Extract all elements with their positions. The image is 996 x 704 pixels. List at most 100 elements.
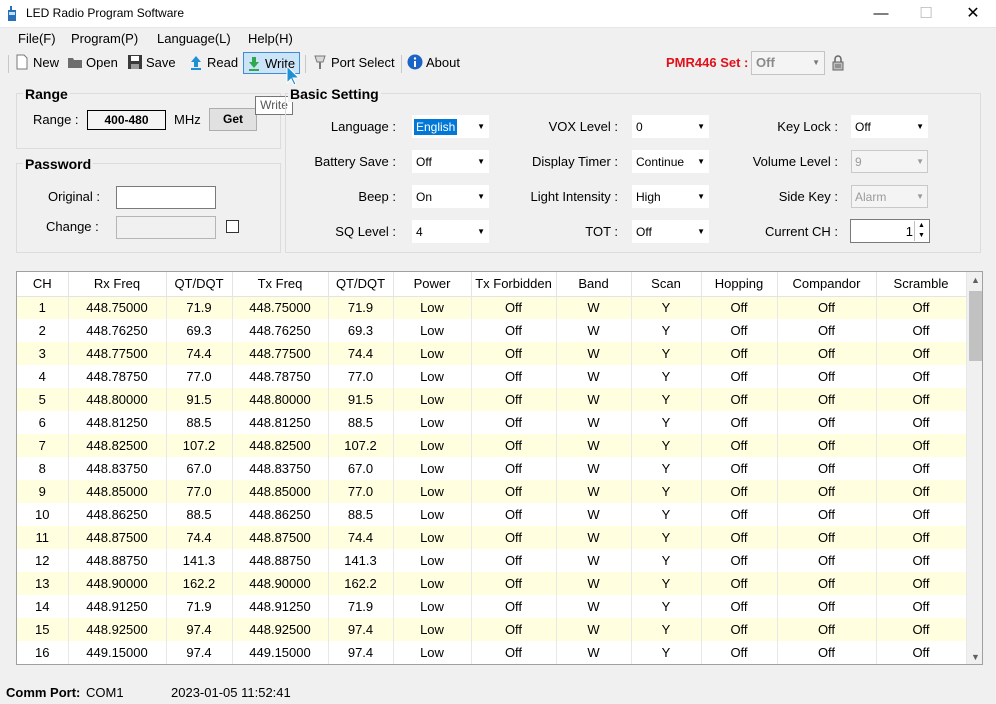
- table-cell[interactable]: 162.2: [166, 572, 233, 595]
- table-cell[interactable]: Y: [631, 549, 702, 572]
- table-cell[interactable]: Off: [701, 457, 778, 480]
- table-cell[interactable]: W: [556, 480, 632, 503]
- table-cell[interactable]: 448.80000: [68, 388, 167, 411]
- key-lock-select[interactable]: Off ▼: [851, 115, 928, 138]
- table-cell[interactable]: 16: [17, 641, 69, 664]
- column-header[interactable]: Tx Freq: [232, 272, 329, 297]
- table-cell[interactable]: Off: [471, 342, 557, 365]
- table-cell[interactable]: 448.80000: [232, 388, 329, 411]
- table-cell[interactable]: W: [556, 319, 632, 342]
- table-cell[interactable]: 448.75000: [68, 296, 167, 319]
- table-cell[interactable]: Low: [393, 342, 472, 365]
- table-cell[interactable]: Low: [393, 457, 472, 480]
- table-cell[interactable]: Low: [393, 480, 472, 503]
- table-cell[interactable]: 10: [17, 503, 69, 526]
- table-cell[interactable]: Off: [876, 411, 967, 434]
- current-ch-stepper[interactable]: 1 ▲ ▼: [850, 219, 930, 243]
- column-header[interactable]: Scan: [631, 272, 702, 297]
- table-row[interactable]: 4 448.78750 77.0 448.78750 77.0 Low Off W Y Off Of…: [17, 365, 967, 388]
- table-cell[interactable]: Y: [631, 457, 702, 480]
- table-cell[interactable]: 448.82500: [232, 434, 329, 457]
- column-header[interactable]: Power: [393, 272, 472, 297]
- table-cell[interactable]: 91.5: [166, 388, 233, 411]
- table-row[interactable]: 11 448.87500 74.4 448.87500 74.4 Low Off W Y Off O…: [17, 526, 967, 549]
- table-cell[interactable]: 449.15000: [232, 641, 329, 664]
- table-cell[interactable]: 448.92500: [68, 618, 167, 641]
- table-cell[interactable]: Off: [777, 595, 877, 618]
- close-icon[interactable]: ✕: [950, 0, 996, 28]
- table-cell[interactable]: Off: [471, 319, 557, 342]
- table-cell[interactable]: Off: [876, 296, 967, 319]
- table-cell[interactable]: 448.81250: [68, 411, 167, 434]
- table-row[interactable]: 6 448.81250 88.5 448.81250 88.5 Low Off W Y Off Of…: [17, 411, 967, 434]
- table-cell[interactable]: 448.87500: [68, 526, 167, 549]
- table-cell[interactable]: Low: [393, 296, 472, 319]
- table-cell[interactable]: Y: [631, 480, 702, 503]
- pmr446-select[interactable]: Off ▼: [751, 51, 825, 75]
- table-cell[interactable]: Y: [631, 641, 702, 664]
- table-cell[interactable]: Off: [777, 434, 877, 457]
- side-key-select[interactable]: Alarm ▼: [851, 185, 928, 208]
- column-header[interactable]: QT/DQT: [328, 272, 394, 297]
- table-cell[interactable]: Y: [631, 388, 702, 411]
- table-cell[interactable]: 71.9: [166, 595, 233, 618]
- table-cell[interactable]: Low: [393, 319, 472, 342]
- table-cell[interactable]: 77.0: [328, 365, 394, 388]
- table-cell[interactable]: 448.91250: [68, 595, 167, 618]
- column-header[interactable]: Hopping: [701, 272, 778, 297]
- table-cell[interactable]: 67.0: [166, 457, 233, 480]
- table-cell[interactable]: 448.88750: [68, 549, 167, 572]
- table-cell[interactable]: 448.92500: [232, 618, 329, 641]
- column-header[interactable]: Band: [556, 272, 632, 297]
- tot-select[interactable]: Off ▼: [632, 220, 709, 243]
- table-cell[interactable]: Off: [876, 549, 967, 572]
- table-cell[interactable]: W: [556, 526, 632, 549]
- table-cell[interactable]: Off: [471, 388, 557, 411]
- column-header[interactable]: Compandor: [777, 272, 877, 297]
- table-cell[interactable]: Off: [876, 503, 967, 526]
- volume-level-select[interactable]: 9 ▼: [851, 150, 928, 173]
- table-cell[interactable]: Off: [777, 503, 877, 526]
- table-cell[interactable]: Off: [471, 480, 557, 503]
- scroll-down-icon[interactable]: ▼: [967, 649, 982, 664]
- table-cell[interactable]: Off: [876, 480, 967, 503]
- table-cell[interactable]: Off: [701, 572, 778, 595]
- table-cell[interactable]: Y: [631, 411, 702, 434]
- light-intensity-select[interactable]: High ▼: [632, 185, 709, 208]
- table-row[interactable]: 3 448.77500 74.4 448.77500 74.4 Low Off W Y Off Of…: [17, 342, 967, 365]
- table-cell[interactable]: Y: [631, 618, 702, 641]
- table-cell[interactable]: W: [556, 411, 632, 434]
- table-row[interactable]: 14 448.91250 71.9 448.91250 71.9 Low Off W Y Off O…: [17, 595, 967, 618]
- table-cell[interactable]: Off: [876, 641, 967, 664]
- table-cell[interactable]: Off: [701, 319, 778, 342]
- table-cell[interactable]: W: [556, 641, 632, 664]
- battery-save-select[interactable]: Off ▼: [412, 150, 489, 173]
- table-cell[interactable]: Off: [876, 526, 967, 549]
- table-cell[interactable]: Y: [631, 572, 702, 595]
- table-cell[interactable]: 67.0: [328, 457, 394, 480]
- table-cell[interactable]: Off: [701, 365, 778, 388]
- table-row[interactable]: 10 448.86250 88.5 448.86250 88.5 Low Off W Y Off O…: [17, 503, 967, 526]
- table-cell[interactable]: Low: [393, 549, 472, 572]
- table-cell[interactable]: Off: [777, 618, 877, 641]
- table-cell[interactable]: Off: [701, 503, 778, 526]
- table-cell[interactable]: Off: [777, 411, 877, 434]
- table-cell[interactable]: 14: [17, 595, 69, 618]
- table-cell[interactable]: Off: [471, 549, 557, 572]
- table-cell[interactable]: 74.4: [166, 526, 233, 549]
- table-cell[interactable]: 69.3: [328, 319, 394, 342]
- table-cell[interactable]: Off: [471, 618, 557, 641]
- table-cell[interactable]: Off: [471, 503, 557, 526]
- table-cell[interactable]: 448.83750: [232, 457, 329, 480]
- table-cell[interactable]: 97.4: [166, 641, 233, 664]
- table-cell[interactable]: Off: [471, 641, 557, 664]
- table-cell[interactable]: Low: [393, 595, 472, 618]
- table-cell[interactable]: 7: [17, 434, 69, 457]
- table-cell[interactable]: 107.2: [328, 434, 394, 457]
- table-cell[interactable]: Off: [471, 411, 557, 434]
- table-cell[interactable]: W: [556, 457, 632, 480]
- table-cell[interactable]: Off: [876, 388, 967, 411]
- table-cell[interactable]: Off: [471, 434, 557, 457]
- table-cell[interactable]: Low: [393, 503, 472, 526]
- table-cell[interactable]: 448.75000: [232, 296, 329, 319]
